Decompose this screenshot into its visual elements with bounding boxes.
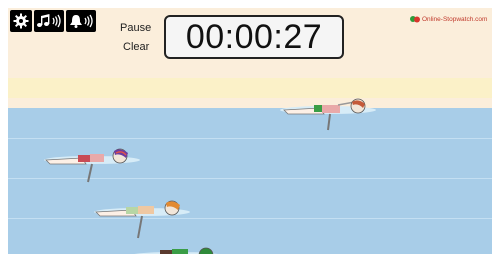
toolbar-icons bbox=[10, 10, 96, 32]
music-sound-toggle[interactable] bbox=[34, 10, 64, 32]
gear-icon bbox=[13, 13, 29, 29]
pool-edge bbox=[8, 98, 492, 108]
controls-bar: Pause Clear 00:00:27 Online-Stopwatch.co… bbox=[8, 8, 492, 78]
brand-link[interactable]: Online-Stopwatch.com bbox=[410, 15, 487, 23]
timer-display: 00:00:27 bbox=[164, 15, 344, 59]
swimmer-figure bbox=[44, 148, 140, 183]
brand-text: Online-Stopwatch.com bbox=[422, 15, 488, 23]
swimmer-figure bbox=[134, 247, 218, 254]
pause-button[interactable]: Pause bbox=[120, 22, 151, 34]
sand-strip bbox=[8, 78, 492, 98]
music-volume-icon bbox=[36, 13, 62, 29]
brand-logo-icon bbox=[410, 15, 420, 23]
stopwatch-app: Pause Clear 00:00:27 Online-Stopwatch.co… bbox=[8, 8, 492, 254]
settings-button[interactable] bbox=[10, 10, 32, 32]
clear-button[interactable]: Clear bbox=[123, 41, 149, 53]
timer-digits: 00:00:27 bbox=[185, 17, 323, 56]
lane-line bbox=[8, 218, 492, 219]
alarm-volume-icon bbox=[68, 13, 94, 29]
alarm-sound-toggle[interactable] bbox=[66, 10, 96, 32]
swimmer-figure bbox=[94, 200, 190, 239]
swimmer-figure bbox=[280, 98, 376, 131]
lane-line bbox=[8, 138, 492, 139]
